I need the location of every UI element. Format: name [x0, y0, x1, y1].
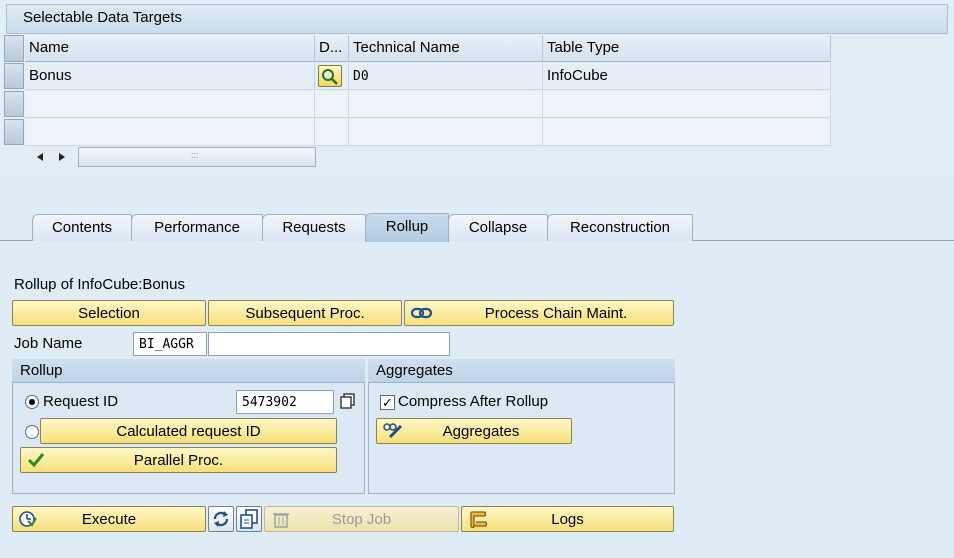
checkmark-icon	[27, 452, 45, 472]
cell-table-type: InfoCube	[543, 63, 831, 90]
stop-job-label: Stop Job	[331, 511, 392, 528]
cell-empty	[315, 119, 349, 146]
tab-requests[interactable]: Requests	[262, 214, 366, 241]
job-name-field[interactable]	[208, 332, 450, 356]
tab-contents[interactable]: Contents	[32, 214, 132, 241]
row-selector[interactable]	[4, 119, 24, 145]
compress-after-rollup-checkbox[interactable]: ✓	[380, 395, 395, 410]
cell-empty	[349, 119, 543, 146]
tab-performance[interactable]: Performance	[131, 214, 263, 241]
selection-button[interactable]: Selection	[12, 300, 206, 326]
copy-icon[interactable]	[338, 391, 358, 411]
scroll-right-icon[interactable]	[55, 150, 69, 164]
cell-empty	[543, 119, 831, 146]
execute-clock-icon	[18, 510, 38, 532]
scroll-left-icon[interactable]	[33, 150, 47, 164]
logs-label: Logs	[551, 511, 584, 528]
job-overview-icon	[240, 509, 258, 529]
execute-label: Execute	[81, 511, 137, 528]
cell-empty	[543, 91, 831, 118]
column-header-name[interactable]: Name	[25, 35, 315, 62]
cell-empty	[25, 91, 315, 118]
scroll-grip: :::	[191, 150, 199, 160]
aggregates-button[interactable]: Aggregates	[376, 418, 572, 444]
rollup-group-title: Rollup	[12, 359, 365, 383]
calculated-request-radio[interactable]	[25, 425, 39, 439]
scroll-log-icon	[468, 509, 490, 533]
aggregates-icon	[382, 422, 404, 444]
job-name-prefix-field[interactable]: BI_AGGR	[133, 332, 207, 356]
cell-technical-name: D0	[349, 63, 543, 90]
rollup-heading: Rollup of InfoCube:Bonus	[14, 276, 185, 293]
compress-after-rollup-label: Compress After Rollup	[398, 393, 549, 410]
process-chain-maint-button[interactable]: Process Chain Maint.	[404, 300, 674, 326]
request-id-field[interactable]: 5473902	[236, 390, 334, 414]
details-button[interactable]	[318, 65, 342, 87]
row-selector[interactable]	[4, 63, 24, 89]
column-header-table-type[interactable]: Table Type	[543, 35, 831, 62]
data-targets-title: Selectable Data Targets	[6, 4, 948, 34]
magnifier-icon	[322, 69, 338, 85]
trash-icon	[271, 510, 291, 532]
calculated-request-id-button[interactable]: Calculated request ID	[40, 418, 337, 444]
execute-button[interactable]: Execute	[12, 506, 206, 532]
column-header-details[interactable]: D...	[315, 35, 349, 62]
select-all-cell[interactable]	[4, 35, 24, 62]
request-id-label: Request ID	[43, 393, 119, 410]
refresh-button[interactable]	[208, 506, 234, 532]
process-chain-maint-label: Process Chain Maint.	[484, 305, 628, 322]
chain-link-icon	[410, 305, 434, 325]
subsequent-proc-button[interactable]: Subsequent Proc.	[208, 300, 402, 326]
request-id-radio[interactable]	[25, 395, 39, 409]
column-header-technical-name[interactable]: Technical Name	[349, 35, 543, 62]
tab-collapse[interactable]: Collapse	[448, 214, 548, 241]
parallel-proc-label: Parallel Proc.	[133, 452, 224, 469]
cell-empty	[25, 119, 315, 146]
tab-rollup[interactable]: Rollup	[365, 213, 449, 242]
job-overview-button[interactable]	[236, 506, 262, 532]
aggregates-group-title: Aggregates	[368, 359, 675, 383]
tab-reconstruction[interactable]: Reconstruction	[547, 214, 693, 241]
cell-empty	[315, 91, 349, 118]
horizontal-scrollbar[interactable]: :::	[78, 147, 316, 167]
row-selector[interactable]	[4, 91, 24, 117]
parallel-proc-button[interactable]: Parallel Proc.	[20, 447, 337, 473]
logs-button[interactable]: Logs	[461, 506, 674, 532]
aggregates-label: Aggregates	[442, 423, 520, 440]
cell-empty	[349, 91, 543, 118]
job-name-label: Job Name	[14, 335, 83, 352]
refresh-icon	[213, 511, 229, 527]
cell-name: Bonus	[25, 63, 315, 90]
stop-job-button[interactable]: Stop Job	[264, 506, 459, 532]
